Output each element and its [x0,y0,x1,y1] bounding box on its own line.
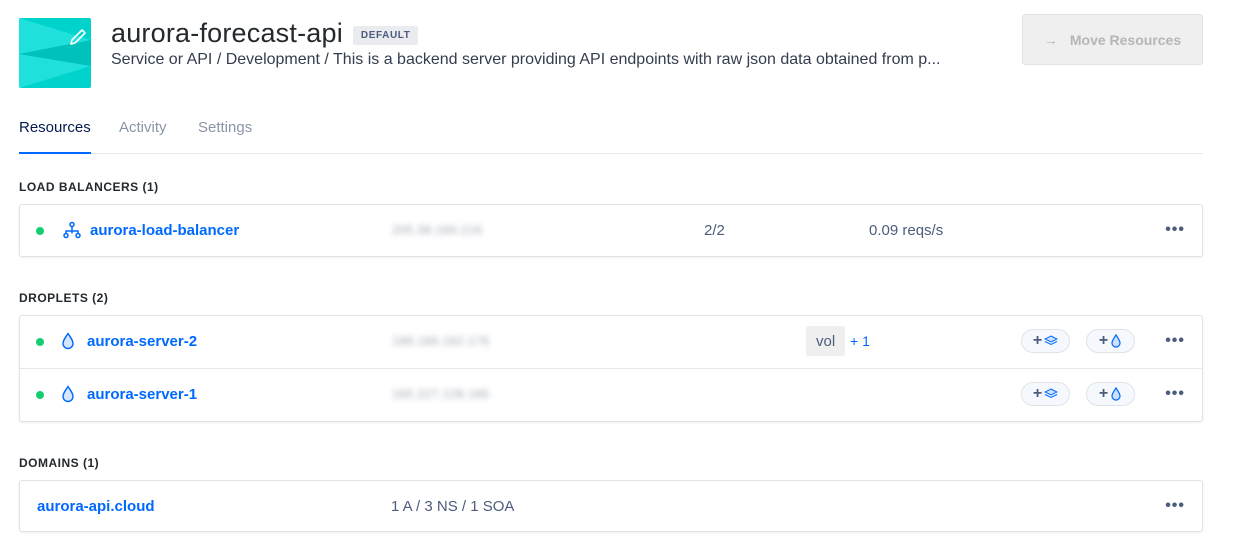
plus-icon: + [1098,332,1109,349]
domains-card: aurora-api.cloud 1 A / 3 NS / 1 SOA ••• [19,480,1203,532]
project-icon[interactable] [19,18,91,88]
move-resources-label: Move Resources [1069,31,1182,48]
plus-icon: + [1098,385,1109,402]
add-volume-button[interactable]: + [1021,329,1070,353]
droplet-ip: 188.166.162.176 [392,334,490,348]
droplet-icon [1111,387,1121,401]
add-volume-button[interactable]: + [1021,382,1070,406]
add-droplet-button[interactable]: + [1086,382,1135,406]
volume-icon [1044,335,1059,346]
volume-more-link[interactable]: + 1 [850,333,870,349]
add-droplet-button[interactable]: + [1086,329,1135,353]
droplet-icon [60,332,78,350]
project-description: Service or API / Development / This is a… [111,51,941,68]
load-balancer-requests: 0.09 reqs/s [869,222,944,239]
more-options-icon[interactable]: ••• [1165,222,1185,238]
load-balancers-card: aurora-load-balancer 205.38.184.216 2/2 … [19,204,1203,257]
droplet-row[interactable]: aurora-server-2 188.166.162.176 vol + 1 … [20,316,1202,368]
title-row: aurora-forecast-api DEFAULT [111,18,419,48]
domain-row[interactable]: aurora-api.cloud 1 A / 3 NS / 1 SOA ••• [20,481,1202,533]
domain-records: 1 A / 3 NS / 1 SOA [391,498,515,515]
load-balancer-name[interactable]: aurora-load-balancer [90,222,239,239]
load-balancer-droplet-count: 2/2 [704,222,725,239]
load-balancer-icon [63,221,81,239]
droplets-heading: DROPLETS (2) [19,291,109,305]
tab-resources[interactable]: Resources [19,119,91,154]
droplet-name[interactable]: aurora-server-2 [87,333,197,350]
tab-bar: Resources Activity Settings [19,110,1203,154]
load-balancer-ip: 205.38.184.216 [392,223,483,237]
domain-name[interactable]: aurora-api.cloud [37,498,155,515]
plus-icon: + [1032,332,1043,349]
droplet-icon [1111,334,1121,348]
droplets-card: aurora-server-2 188.166.162.176 vol + 1 … [19,315,1203,422]
more-options-icon[interactable]: ••• [1165,498,1185,514]
tab-settings[interactable]: Settings [198,119,252,153]
status-active-dot [36,391,44,399]
project-title: aurora-forecast-api [111,18,343,48]
domains-heading: DOMAINS (1) [19,456,100,470]
volume-chip[interactable]: vol [806,326,846,356]
volume-icon [1044,388,1059,399]
more-options-icon[interactable]: ••• [1165,333,1185,349]
arrow-right-icon: → [1043,31,1058,48]
droplet-icon [60,385,78,403]
status-active-dot [36,338,44,346]
status-active-dot [36,227,44,235]
move-resources-button[interactable]: → Move Resources [1022,14,1203,65]
plus-icon: + [1032,385,1043,402]
load-balancers-heading: LOAD BALANCERS (1) [19,180,159,194]
more-options-icon[interactable]: ••• [1165,386,1185,402]
droplet-name[interactable]: aurora-server-1 [87,386,197,403]
tab-activity[interactable]: Activity [119,119,167,153]
default-badge: DEFAULT [352,25,419,45]
project-header: aurora-forecast-api DEFAULT Service or A… [19,14,1203,88]
load-balancer-row[interactable]: aurora-load-balancer 205.38.184.216 2/2 … [20,205,1202,257]
droplet-ip: 165.227.128.165 [392,387,490,401]
droplet-row[interactable]: aurora-server-1 165.227.128.165 + + ••• [20,368,1202,420]
